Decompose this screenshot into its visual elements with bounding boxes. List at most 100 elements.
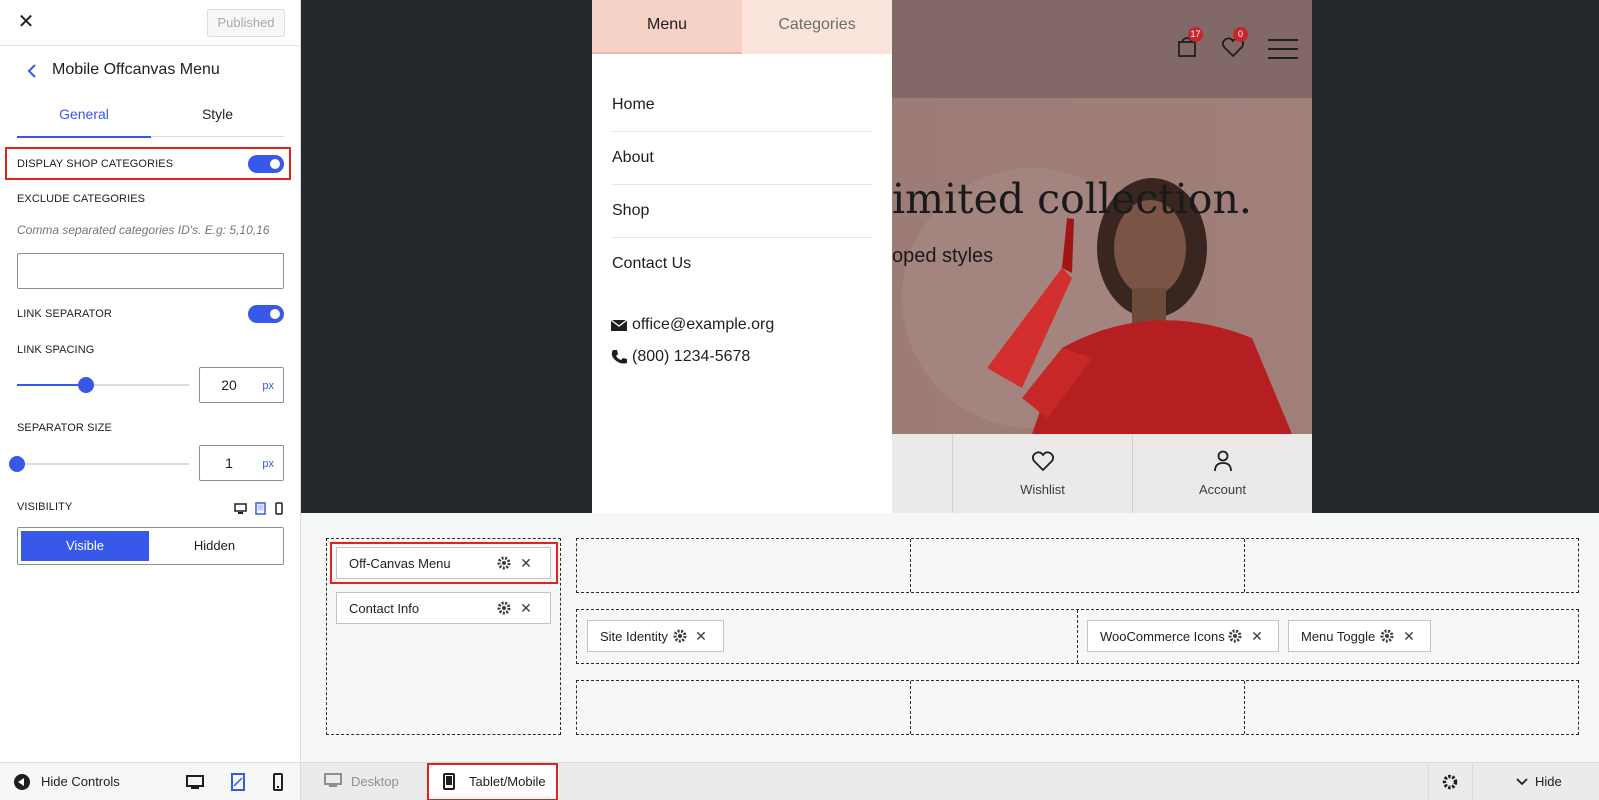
display-shop-categories-label: DISPLAY SHOP CATEGORIES [17,158,174,170]
nav-wishlist[interactable]: Wishlist [952,434,1132,513]
close-icon[interactable]: ✕ [1250,629,1264,643]
offcanvas-tab-menu[interactable]: Menu [592,0,742,54]
builder-item-menu-toggle[interactable]: Menu Toggle ✕ [1288,620,1431,652]
tab-desktop-label: Desktop [351,774,399,789]
publish-button[interactable]: Published [207,9,285,37]
separator-size-slider[interactable] [9,456,189,472]
tab-style[interactable]: Style [151,106,284,137]
hero-subheading: oped styles [892,245,994,267]
visibility-toggle-group: Visible Hidden [17,527,284,565]
sidebar-footer: Hide Controls [0,762,300,800]
link-spacing-slider[interactable] [17,377,189,393]
offcanvas-panel: Menu Categories Home About Shop Contact … [592,0,892,513]
column-divider [910,539,911,592]
bottom-row-dropzone[interactable] [576,680,1579,735]
envelope-icon [610,317,628,333]
visibility-device-switcher [234,502,286,516]
nav-account[interactable]: Account [1132,434,1312,513]
menu-toggle-icon[interactable] [1268,38,1298,65]
menu-item[interactable]: Shop [612,185,872,238]
hide-builder-label: Hide [1535,774,1562,789]
sidebar-header: ✕ Published [0,0,300,46]
separator-size-label: SEPARATOR SIZE [17,422,112,434]
close-icon[interactable]: ✕ [694,629,708,643]
column-divider [1244,681,1245,734]
offcanvas-tab-categories[interactable]: Categories [742,0,892,54]
builder-item-offcanvas-menu[interactable]: Off-Canvas Menu ✕ [336,547,551,579]
wishlist-icon[interactable]: 0 [1221,27,1248,63]
menu-item-label: Home [612,96,655,113]
hide-controls-button[interactable]: Hide Controls [41,774,120,789]
link-spacing-value: 20 [221,377,237,393]
builder-item-contact-info[interactable]: Contact Info ✕ [336,592,551,624]
column-divider [1244,539,1245,592]
chevron-down-icon [1516,778,1528,786]
gear-icon[interactable] [673,629,687,643]
collapse-icon[interactable] [14,774,30,790]
contact-phone[interactable]: (800) 1234-5678 [610,348,750,366]
close-icon[interactable]: ✕ [519,556,533,570]
tab-desktop[interactable]: Desktop [316,763,426,800]
gear-icon[interactable] [497,601,511,615]
nav-account-label: Account [1199,482,1246,497]
tablet-icon[interactable] [254,502,267,515]
builder-item-label: Off-Canvas Menu [349,556,451,571]
exclude-categories-input[interactable] [17,253,284,289]
visible-option[interactable]: Visible [21,531,149,561]
exclude-categories-label: EXCLUDE CATEGORIES [17,193,146,205]
close-icon[interactable]: ✕ [1402,629,1416,643]
desktop-preview-icon[interactable] [185,772,205,792]
top-row-dropzone[interactable] [576,538,1579,593]
link-separator-label: LINK SEPARATOR [17,308,112,320]
separator-size-input[interactable]: 1 px [199,445,284,481]
heart-icon [1031,451,1055,472]
exclude-categories-hint: Comma separated categories ID's. E.g: 5,… [17,223,270,237]
slider-fill [17,384,86,386]
hidden-option[interactable]: Hidden [149,531,280,561]
desktop-icon[interactable] [234,502,247,515]
link-separator-toggle[interactable] [248,305,284,323]
link-spacing-input[interactable]: 20 px [199,367,284,403]
mobile-icon[interactable] [272,502,285,515]
desktop-icon [324,773,342,787]
user-icon [1214,450,1232,472]
separator-size-unit: px [262,458,274,470]
contact-email[interactable]: office@example.org [610,316,774,334]
hide-builder-button[interactable]: Hide [1472,763,1599,800]
customizer-sidebar: ✕ Published Mobile Offcanvas Menu Genera… [0,0,301,800]
gear-icon[interactable] [1228,629,1242,643]
menu-item-label: Contact Us [612,255,692,272]
nav-wishlist-label: Wishlist [1020,482,1065,497]
cart-count-badge: 17 [1188,27,1203,42]
close-icon[interactable]: ✕ [14,9,38,35]
display-shop-categories-toggle[interactable] [248,155,284,173]
builder-item-site-identity[interactable]: Site Identity ✕ [587,620,724,652]
cart-icon[interactable]: 17 [1176,27,1203,63]
menu-item[interactable]: About [612,132,872,185]
back-arrow-icon[interactable] [22,60,42,82]
slider-handle[interactable] [9,456,25,472]
contact-phone-text: (800) 1234-5678 [632,348,751,365]
menu-item-label: About [612,149,654,166]
mobile-preview-icon[interactable] [268,772,288,792]
builder-item-woocommerce-icons[interactable]: WooCommerce Icons ✕ [1087,620,1279,652]
builder-item-label: Contact Info [349,601,420,616]
contact-email-text: office@example.org [632,316,775,333]
hero-heading: imited collection. [892,175,1252,223]
header-builder: Off-Canvas Menu ✕ Contact Info ✕ Site Id… [301,513,1599,762]
gear-icon[interactable] [497,556,511,570]
separator-size-value: 1 [225,455,233,471]
slider-handle[interactable] [77,377,94,393]
column-divider [910,681,911,734]
section-title: Mobile Offcanvas Menu [52,61,220,78]
menu-item[interactable]: Contact Us [612,238,872,291]
gear-icon[interactable] [1380,629,1394,643]
tab-general[interactable]: General [17,106,151,138]
link-spacing-label: LINK SPACING [17,344,95,356]
close-icon[interactable]: ✕ [519,601,533,615]
settings-gear-icon[interactable] [1428,763,1472,800]
tablet-preview-icon[interactable] [228,772,248,792]
customizer-root: ✕ Published Mobile Offcanvas Menu Genera… [0,0,1599,800]
builder-bottom-bar: Desktop Tablet/Mobile Hide [301,762,1599,800]
menu-item[interactable]: Home [612,79,872,132]
